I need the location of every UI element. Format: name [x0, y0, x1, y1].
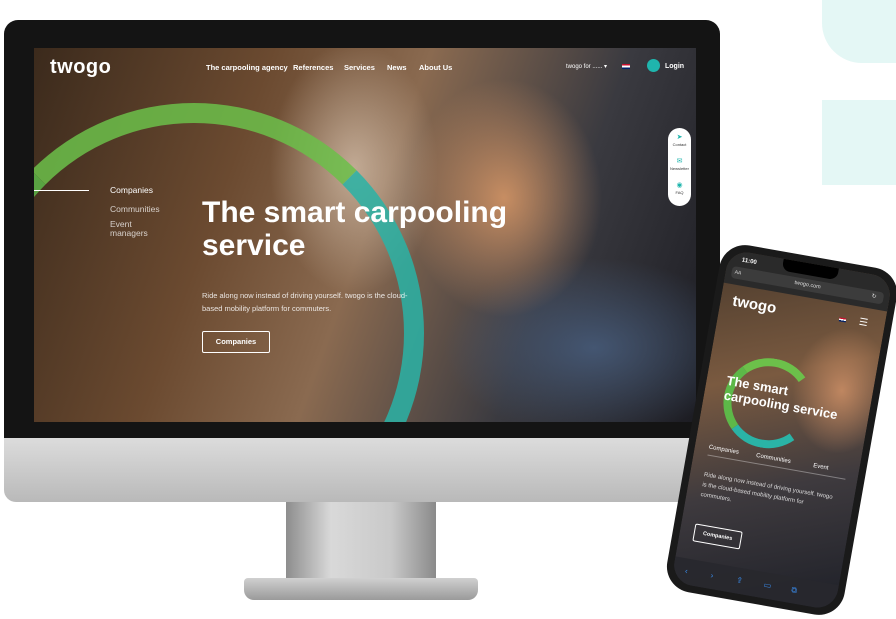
nav-news[interactable]: News: [387, 63, 407, 72]
desktop-monitor: twogo The carpooling agency References S…: [4, 20, 720, 502]
companies-button[interactable]: Companies: [202, 331, 270, 353]
mail-icon: ✉: [676, 158, 683, 165]
mobile-tabs: Companies Communities Event: [708, 445, 857, 472]
login-link[interactable]: Login: [665, 63, 684, 70]
hero-subtext: Ride along now instead of driving yourse…: [202, 289, 442, 315]
back-icon[interactable]: ‹: [684, 566, 688, 575]
language-selector[interactable]: twogo for ...... ▾: [566, 63, 607, 70]
side-nav-managers[interactable]: managers: [110, 229, 148, 238]
monitor-chin: [4, 438, 720, 502]
mobile-companies-button[interactable]: Companies: [692, 523, 743, 550]
user-icon[interactable]: [647, 59, 660, 72]
mobile-tab-companies[interactable]: Companies: [708, 445, 739, 456]
faq-item[interactable]: ◉ FAQ: [668, 182, 691, 195]
contact-widget: ➤ Contact ✉ Newsletter ◉ FAQ: [668, 128, 691, 206]
desktop-website-screen: twogo The carpooling agency References S…: [34, 48, 696, 422]
forward-icon[interactable]: ›: [710, 571, 714, 580]
decor-shape-top: [822, 0, 896, 63]
mobile-uk-flag-icon[interactable]: [838, 317, 847, 323]
nav-services[interactable]: Services: [344, 63, 375, 72]
uk-flag-icon[interactable]: [622, 64, 630, 69]
twogo-logo[interactable]: twogo: [50, 56, 111, 79]
monitor-stand-base: [244, 578, 478, 600]
newsletter-item[interactable]: ✉ Newsletter: [668, 158, 691, 171]
hero-headline-line2: service: [202, 229, 306, 262]
share-icon[interactable]: ⇪: [736, 575, 744, 585]
monitor-stand-neck: [286, 502, 436, 580]
hero-subtext-line2: based mobility platform for commuters.: [202, 304, 332, 313]
hero-headline-line1: The smart carpooling: [202, 196, 508, 229]
nav-about-us[interactable]: About Us: [419, 63, 452, 72]
faq-icon: ◉: [676, 182, 683, 189]
menu-icon[interactable]: ☰: [858, 317, 869, 329]
send-icon: ➤: [676, 134, 683, 141]
side-nav-companies[interactable]: Companies: [110, 186, 153, 195]
contact-label: Contact: [672, 142, 687, 147]
newsletter-label: Newsletter: [670, 166, 689, 171]
faq-label: FAQ: [675, 190, 684, 195]
side-nav-indicator: [34, 190, 89, 191]
nav-references[interactable]: References: [293, 63, 333, 72]
decor-shape-middle: [822, 100, 896, 185]
book-icon[interactable]: ▭: [763, 580, 772, 590]
mobile-tab-event[interactable]: Event: [813, 463, 829, 472]
mobile-subtext: Ride along now instead of driving yourse…: [700, 470, 843, 524]
nav-carpooling-agency[interactable]: The carpooling agency: [206, 63, 288, 72]
tabs-icon[interactable]: ⧉: [790, 585, 798, 596]
hero-subtext-line1: Ride along now instead of driving yourse…: [202, 291, 408, 300]
mobile-twogo-logo[interactable]: twogo: [731, 293, 777, 317]
side-nav-communities[interactable]: Communities: [110, 205, 160, 214]
green-arc-graphic: [34, 103, 424, 422]
contact-item[interactable]: ➤ Contact: [668, 134, 691, 147]
hero-headline: The smart carpooling service: [202, 196, 572, 262]
top-navigation: twogo The carpooling agency References S…: [34, 48, 696, 88]
